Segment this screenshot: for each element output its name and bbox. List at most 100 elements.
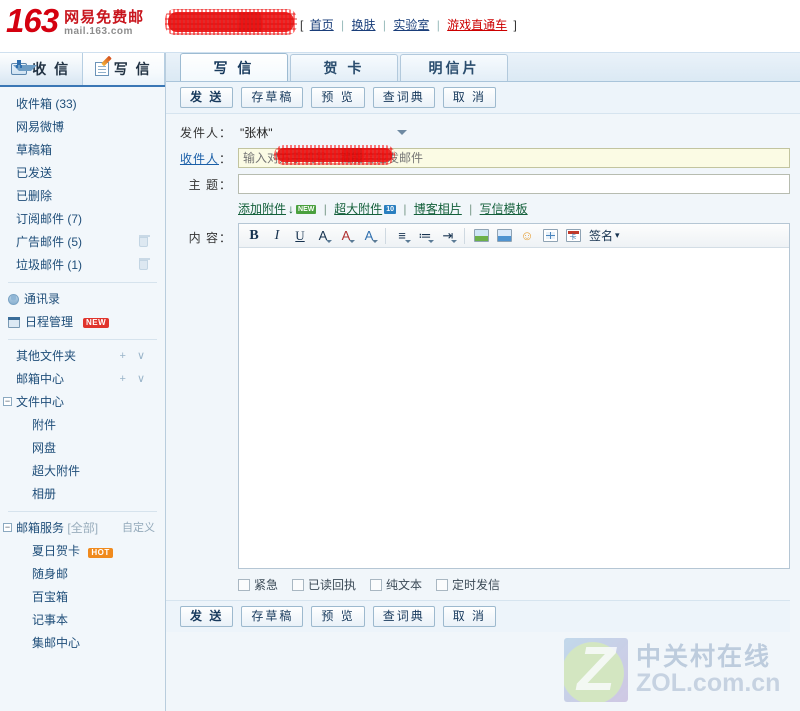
link-sep-2: | bbox=[383, 18, 386, 32]
sidebar-item-weibo[interactable]: 网易微博 bbox=[0, 116, 165, 139]
add-attachment-link[interactable]: 添加附件 bbox=[238, 202, 286, 216]
add-collapse-controls[interactable]: + ∨ bbox=[119, 368, 149, 391]
save-draft-button-bottom[interactable]: 存草稿 bbox=[241, 606, 303, 627]
send-button-bottom[interactable]: 发 送 bbox=[180, 606, 233, 627]
checkbox-urgent[interactable] bbox=[238, 579, 250, 591]
hot-badge: HOT bbox=[88, 548, 112, 558]
sidebar-item-attachments[interactable]: 附件 bbox=[16, 414, 165, 437]
insert-table-icon[interactable] bbox=[539, 226, 561, 246]
option-scheduled-send-label: 定时发信 bbox=[452, 576, 500, 593]
contacts-icon bbox=[8, 294, 19, 305]
link-skin[interactable]: 换肤 bbox=[352, 18, 376, 32]
site-logo[interactable]: 163 网易免费邮 mail.163.com bbox=[6, 4, 144, 38]
chevron-down-icon bbox=[349, 240, 355, 243]
trash-icon[interactable] bbox=[139, 237, 148, 247]
sidebar-item-subscriptions[interactable]: 订阅邮件 (7) bbox=[0, 208, 165, 231]
sidebar-divider-1 bbox=[8, 282, 157, 283]
receive-mail-button[interactable]: 收 信 bbox=[0, 53, 82, 85]
indent-icon[interactable]: ⇥ bbox=[437, 226, 459, 246]
sidebar-item-sent[interactable]: 已发送 bbox=[0, 162, 165, 185]
sidebar-item-calendar[interactable]: 日程管理 NEW bbox=[0, 311, 165, 334]
sidebar-item-large-attachments[interactable]: 超大附件 bbox=[16, 460, 165, 483]
tab-greeting-card[interactable]: 贺 卡 bbox=[290, 54, 398, 81]
insert-card-icon[interactable] bbox=[562, 226, 584, 246]
save-draft-button-top[interactable]: 存草稿 bbox=[241, 87, 303, 108]
link-lab[interactable]: 实验室 bbox=[393, 18, 429, 32]
align-icon[interactable]: ≡ bbox=[391, 226, 413, 246]
sidebar-divider-2 bbox=[8, 339, 157, 340]
trash-icon[interactable] bbox=[139, 260, 148, 270]
font-color-icon[interactable]: A bbox=[335, 226, 357, 246]
sidebar-item-netdisk[interactable]: 网盘 bbox=[16, 437, 165, 460]
emoji-icon[interactable]: ☺ bbox=[516, 226, 538, 246]
dictionary-button-bottom[interactable]: 查词典 bbox=[373, 606, 435, 627]
file-center-items: 附件 网盘 超大附件 相册 bbox=[0, 414, 165, 506]
sidebar-item-stamp-center[interactable]: 集邮中心 bbox=[16, 632, 165, 655]
to-label-link[interactable]: 收件人 bbox=[180, 152, 219, 166]
blog-photo-link[interactable]: 博客相片 bbox=[414, 202, 462, 216]
sidebar-item-drafts[interactable]: 草稿箱 bbox=[0, 139, 165, 162]
option-scheduled-send[interactable]: 定时发信 bbox=[436, 576, 500, 593]
link-homepage[interactable]: 首页 bbox=[310, 18, 334, 32]
receive-mail-label: 收 信 bbox=[32, 59, 70, 79]
sidebar-group-file-center[interactable]: − 文件中心 bbox=[0, 391, 165, 414]
subject-row: 主 题： bbox=[166, 174, 790, 194]
sidebar-group-mail-service[interactable]: − 邮箱服务 [全部] 自定义 bbox=[0, 517, 165, 540]
sidebar-action-buttons: 收 信 写 信 bbox=[0, 53, 165, 87]
checkbox-read-receipt[interactable] bbox=[292, 579, 304, 591]
option-plain-text[interactable]: 纯文本 bbox=[370, 576, 422, 593]
link-game-express[interactable]: 游戏直通车 bbox=[447, 18, 507, 32]
signature-button[interactable]: 签名 ▾ bbox=[585, 227, 624, 244]
option-urgent[interactable]: 紧急 bbox=[238, 576, 278, 593]
item-label: 集邮中心 bbox=[32, 636, 80, 650]
collapse-icon[interactable]: − bbox=[3, 523, 12, 532]
italic-icon[interactable]: I bbox=[266, 226, 288, 246]
sidebar-item-inbox[interactable]: 收件箱 (33) bbox=[0, 93, 165, 116]
cancel-button-bottom[interactable]: 取 消 bbox=[443, 606, 496, 627]
bold-icon[interactable]: B bbox=[243, 226, 265, 246]
sidebar-item-deleted[interactable]: 已删除 bbox=[0, 185, 165, 208]
font-size-icon[interactable]: A bbox=[312, 226, 334, 246]
compose-mail-button[interactable]: 写 信 bbox=[82, 53, 166, 85]
dictionary-button-top[interactable]: 查词典 bbox=[373, 87, 435, 108]
mail-template-link[interactable]: 写信模板 bbox=[480, 202, 528, 216]
subject-input[interactable] bbox=[238, 174, 790, 194]
collapse-icon[interactable]: − bbox=[3, 397, 12, 406]
tab-postcard[interactable]: 明信片 bbox=[400, 54, 508, 81]
sidebar-group-other-folders[interactable]: 其他文件夹 + ∨ bbox=[0, 345, 165, 368]
item-label: 随身邮 bbox=[32, 567, 68, 581]
add-collapse-controls[interactable]: + ∨ bbox=[119, 345, 149, 368]
sidebar-item-mobile-mail[interactable]: 随身邮 bbox=[16, 563, 165, 586]
calendar-label: 日程管理 bbox=[25, 311, 73, 334]
sidebar-item-spam[interactable]: 垃圾邮件 (1) bbox=[0, 254, 165, 277]
customize-link[interactable]: 自定义 bbox=[122, 517, 155, 540]
underline-icon[interactable]: U bbox=[289, 226, 311, 246]
option-read-receipt[interactable]: 已读回执 bbox=[292, 576, 356, 593]
large-attachment-link[interactable]: 超大附件 bbox=[334, 202, 382, 216]
checkbox-plain-text[interactable] bbox=[370, 579, 382, 591]
preview-button-bottom[interactable]: 预 览 bbox=[311, 606, 364, 627]
sidebar-item-ads[interactable]: 广告邮件 (5) bbox=[0, 231, 165, 254]
chevron-down-icon bbox=[372, 240, 378, 243]
insert-photo-icon[interactable] bbox=[493, 226, 515, 246]
editor-body[interactable] bbox=[239, 248, 789, 568]
sidebar-item-contacts[interactable]: 通讯录 bbox=[0, 288, 165, 311]
preview-button-top[interactable]: 预 览 bbox=[311, 87, 364, 108]
logo-domain-text: mail.163.com bbox=[64, 26, 144, 37]
background-color-icon[interactable]: A bbox=[358, 226, 380, 246]
insert-image-icon[interactable] bbox=[470, 226, 492, 246]
cancel-button-top[interactable]: 取 消 bbox=[443, 87, 496, 108]
send-button-top[interactable]: 发 送 bbox=[180, 87, 233, 108]
from-value-wrap[interactable]: "张林" bbox=[238, 124, 407, 141]
sidebar-group-mail-center[interactable]: 邮箱中心 + ∨ bbox=[0, 368, 165, 391]
folder-label: 收件箱 (33) bbox=[16, 97, 77, 111]
tab-write-mail[interactable]: 写 信 bbox=[180, 53, 288, 81]
checkbox-scheduled-send[interactable] bbox=[436, 579, 448, 591]
sidebar-item-treasure-box[interactable]: 百宝箱 bbox=[16, 586, 165, 609]
sidebar-item-summer-card[interactable]: 夏日贺卡 HOT bbox=[16, 540, 165, 563]
sidebar-item-notebook[interactable]: 记事本 bbox=[16, 609, 165, 632]
ordered-list-icon[interactable]: ≔ bbox=[414, 226, 436, 246]
chevron-down-icon[interactable] bbox=[397, 130, 407, 135]
sidebar-item-albums[interactable]: 相册 bbox=[16, 483, 165, 506]
compose-form: 发件人： "张林" 收件人： 主 题： bbox=[166, 114, 800, 632]
